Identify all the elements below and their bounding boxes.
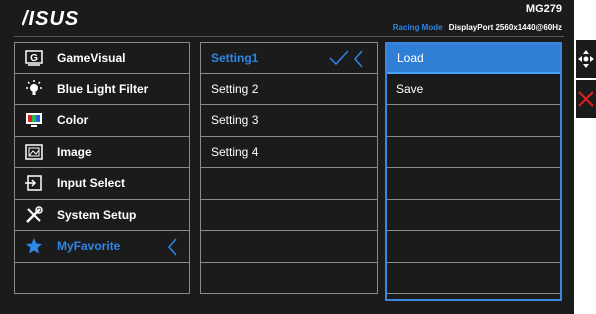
- sub-menu-empty: [200, 262, 378, 294]
- main-menu: G GameVisual Blue Light Filter Color Ima…: [14, 42, 190, 294]
- save-option[interactable]: Save: [385, 73, 562, 105]
- setting-1-item[interactable]: Setting1: [200, 42, 378, 74]
- setting-4-item[interactable]: Setting 4: [200, 136, 378, 168]
- svg-text:/ISUS: /ISUS: [22, 8, 79, 30]
- color-icon: [25, 111, 43, 129]
- model-name: MG279: [525, 3, 562, 15]
- menu-label: MyFavorite: [57, 239, 121, 254]
- setting-3-item[interactable]: Setting 3: [200, 105, 378, 137]
- header-divider: [14, 36, 564, 37]
- close-button[interactable]: [576, 80, 596, 118]
- options-empty: [385, 105, 562, 137]
- asus-logo: /ISUS: [22, 8, 79, 30]
- racing-mode-label: Racing Mode: [392, 23, 443, 32]
- input-select-icon: [25, 174, 43, 192]
- options-empty: [385, 231, 562, 263]
- chevron-left-icon: [167, 238, 177, 259]
- setting-label: Setting 2: [211, 81, 259, 96]
- four-way-arrow-icon: [578, 50, 594, 68]
- options-empty: [385, 168, 562, 200]
- system-setup-icon: [25, 206, 43, 224]
- sub-menu: Setting1 Setting 2 Setting 3 Setting 4: [200, 42, 378, 294]
- svg-text:G: G: [30, 53, 38, 64]
- menu-label: Color: [57, 113, 89, 128]
- setting-label: Setting1: [211, 50, 259, 65]
- image-icon: [25, 143, 43, 161]
- option-label: Load: [397, 50, 424, 65]
- menu-item-input-select[interactable]: Input Select: [14, 168, 190, 200]
- sub-menu-empty: [200, 231, 378, 263]
- menu-label: Image: [57, 144, 92, 159]
- menu-item-myfavorite[interactable]: MyFavorite: [14, 231, 190, 263]
- chevron-left-icon: [354, 50, 363, 68]
- sub-menu-empty: [200, 199, 378, 231]
- port-resolution: DisplayPort 2560x1440@60Hz: [448, 23, 562, 32]
- menu-item-image[interactable]: Image: [14, 136, 190, 168]
- menu-label: Input Select: [57, 176, 126, 191]
- bluelight-icon: [25, 79, 43, 98]
- option-label: Save: [396, 81, 424, 96]
- setting-2-item[interactable]: Setting 2: [200, 73, 378, 105]
- navigate-button[interactable]: [576, 40, 596, 78]
- star-icon: [25, 237, 43, 255]
- setting-label: Setting 3: [211, 113, 259, 128]
- sub-menu-empty: [200, 168, 378, 200]
- osd-panel: /ISUS MG279 Racing Mode DisplayPort 2560…: [0, 0, 574, 314]
- checkmark-icon: [329, 50, 349, 66]
- gamevisual-icon: G: [25, 49, 43, 67]
- menu-item-system-setup[interactable]: System Setup: [14, 199, 190, 231]
- menu-label: Blue Light Filter: [57, 81, 149, 96]
- options-empty: [385, 262, 562, 294]
- menu-item-gamevisual[interactable]: G GameVisual: [14, 42, 190, 74]
- options-menu: Load Save: [385, 42, 562, 294]
- menu-item-color[interactable]: Color: [14, 105, 190, 137]
- status-line: Racing Mode DisplayPort 2560x1440@60Hz: [393, 23, 562, 32]
- menu-label: GameVisual: [57, 50, 126, 65]
- load-option[interactable]: Load: [385, 42, 562, 74]
- options-empty: [385, 136, 562, 168]
- options-empty: [385, 199, 562, 231]
- menu-item-blue-light-filter[interactable]: Blue Light Filter: [14, 73, 190, 105]
- close-icon: [578, 91, 594, 107]
- menu-label: System Setup: [57, 207, 137, 222]
- setting-label: Setting 4: [211, 144, 259, 159]
- menu-item-empty: [14, 262, 190, 294]
